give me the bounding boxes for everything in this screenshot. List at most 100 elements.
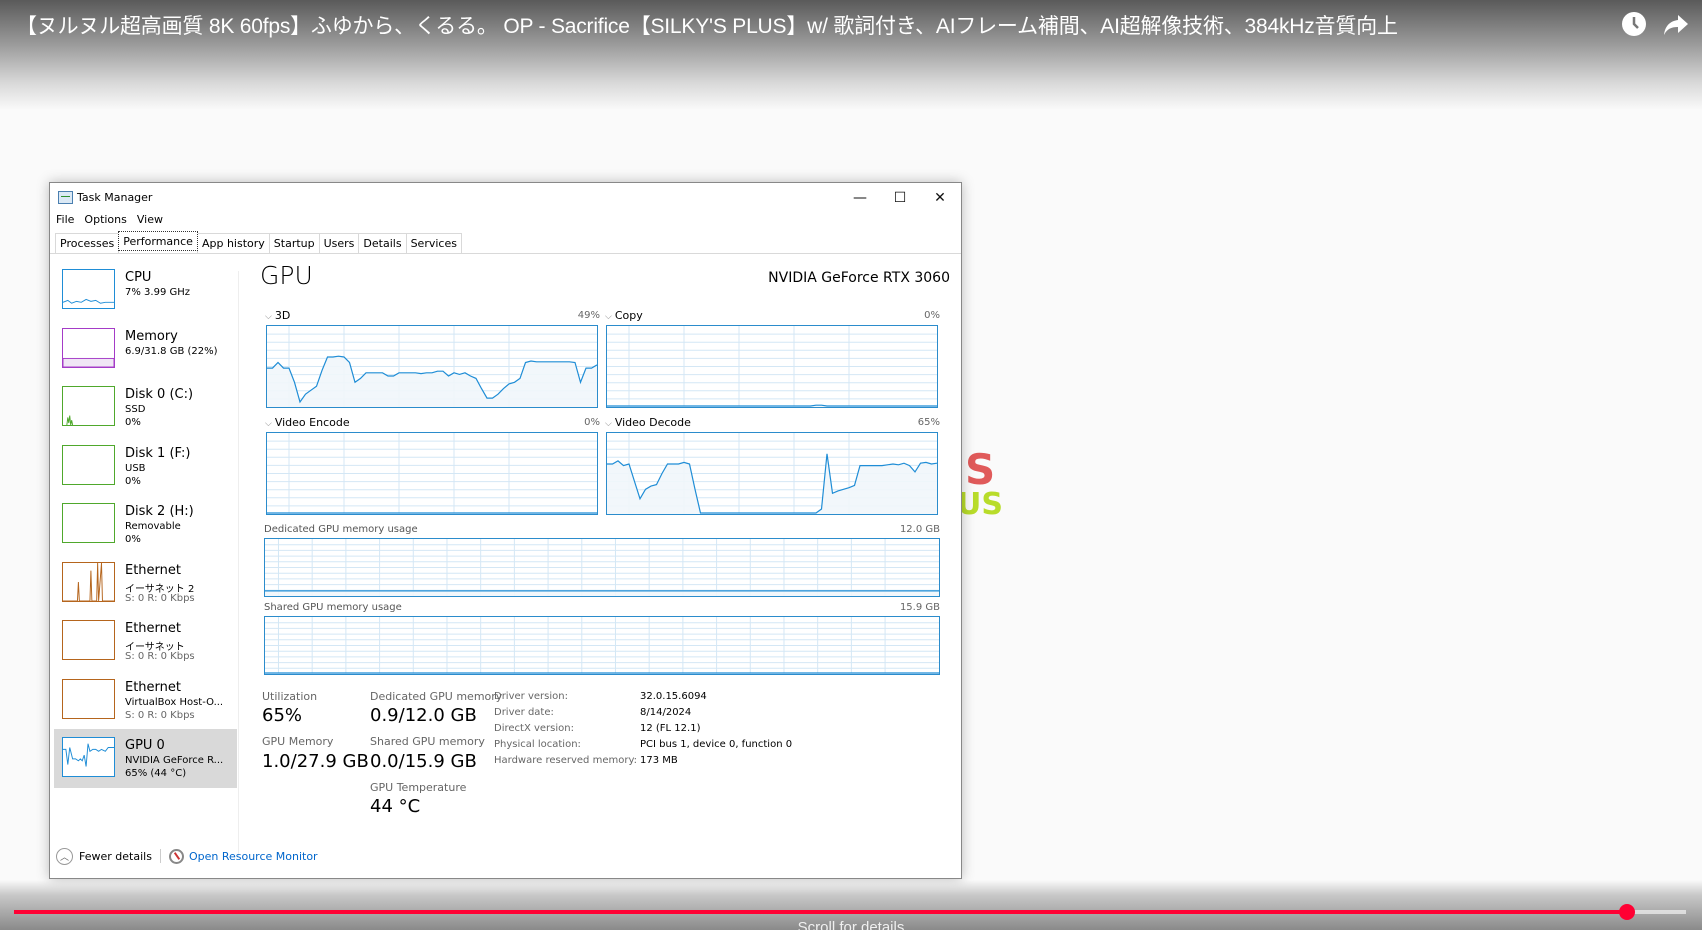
dedicated-usage-graph <box>264 538 940 597</box>
sidebar-item-ethernet[interactable]: Ethernet イーサネット S: 0 R: 0 Kbps <box>54 612 237 671</box>
mini-graph-thumbnail <box>62 327 115 368</box>
sidebar-item-name: Disk 0 (C:) <box>125 387 194 402</box>
menu-file[interactable]: File <box>56 213 74 233</box>
dedicated-usage-label: Dedicated GPU memory usage <box>264 524 418 535</box>
progress-played <box>14 910 1628 914</box>
sidebar-item-name: Ethernet <box>125 562 181 578</box>
chevron-down-icon: ⌵ <box>265 312 272 322</box>
tab-startup[interactable]: Startup <box>268 233 320 253</box>
menu-bar: File Options View <box>56 213 173 233</box>
sidebar-item-status: 65% (44 °C) <box>125 768 187 779</box>
sidebar-item-name: Disk 1 (F:) <box>125 445 191 461</box>
chevron-down-icon: ⌵ <box>605 419 612 429</box>
hardware-reserved-memory-value: 173 MB <box>640 755 678 766</box>
engine-max-video-decode: 65% <box>917 417 940 428</box>
mini-graph-thumbnail <box>62 386 115 426</box>
tab-services[interactable]: Services <box>405 233 462 253</box>
physical-location-value: PCI bus 1, device 0, function 0 <box>640 739 793 750</box>
sidebar-item-disk-0-c[interactable]: Disk 0 (C:) SSD 0% <box>54 378 237 437</box>
sidebar-item-name: GPU 0 <box>125 738 165 753</box>
shared-usage-graph <box>264 616 940 675</box>
footer: ︿ Fewer details Open Resource Monitor <box>56 846 318 866</box>
sidebar-item-ethernet[interactable]: Ethernet イーサネット 2 S: 0 R: 0 Kbps <box>54 554 237 613</box>
menu-view[interactable]: View <box>137 213 163 233</box>
mini-graph-line <box>66 415 74 425</box>
sidebar-item-name: Ethernet <box>125 621 181 636</box>
tab-app-history[interactable]: App history <box>196 233 270 253</box>
info-key: Driver version: <box>494 691 568 702</box>
gpu-model-name: NVIDIA GeForce RTX 3060 <box>768 270 950 286</box>
mini-graph-thumbnail <box>62 444 115 485</box>
sidebar-item-memory[interactable]: Memory 6.9/31.8 GB (22%) <box>54 320 237 379</box>
open-resource-monitor-link[interactable]: Open Resource Monitor <box>189 850 318 863</box>
utilization-value: 65% <box>262 705 303 726</box>
engine-label-video-encode[interactable]: ⌵ Video Encode <box>265 416 350 429</box>
sidebar-item-detail: USB <box>125 462 146 474</box>
share-arrow-icon[interactable] <box>1662 10 1690 38</box>
usage-area <box>267 356 597 407</box>
sidebar-item-status: S: 0 R: 0 Kbps <box>125 651 195 662</box>
sidebar-item-detail: NVIDIA GeForce R... <box>125 755 224 766</box>
minimize-button[interactable]: — <box>840 183 880 213</box>
clock-icon[interactable] <box>1620 10 1648 38</box>
footer-separator <box>159 849 161 863</box>
shared-usage-max: 15.9 GB <box>899 602 940 613</box>
sidebar-item-name: Disk 2 (H:) <box>125 504 194 519</box>
title-bar[interactable]: Task Manager — ☐ ✕ <box>50 183 961 213</box>
sidebar-item-name: CPU <box>125 270 152 285</box>
memory-usage-fill <box>63 357 114 367</box>
sidebar-item-cpu[interactable]: CPU 7% 3.99 GHz <box>54 261 237 320</box>
progress-bar[interactable] <box>14 904 1686 920</box>
sidebar-item-status: 0% <box>125 417 141 428</box>
menu-options[interactable]: Options <box>84 213 126 233</box>
mini-graph-thumbnail <box>62 503 115 543</box>
engine-label-3d[interactable]: ⌵ 3D <box>265 309 290 322</box>
maximize-button[interactable]: ☐ <box>880 183 920 213</box>
tab-bar: Processes Performance App history Startu… <box>55 231 462 253</box>
chevron-down-icon: ⌵ <box>605 312 612 322</box>
engine-label-copy[interactable]: ⌵ Copy <box>605 309 643 322</box>
sidebar-item-disk-2-h[interactable]: Disk 2 (H:) Removable 0% <box>54 495 237 554</box>
sidebar-item-ethernet[interactable]: Ethernet VirtualBox Host-O... S: 0 R: 0 Kb… <box>54 671 237 730</box>
tab-divider <box>50 253 961 254</box>
sidebar-item-status: 0% <box>125 534 141 545</box>
sidebar-item-detail: 6.9/31.8 GB (22%) <box>125 345 218 357</box>
shared-memory-label: Shared GPU memory <box>370 735 485 748</box>
resource-list: CPU 7% 3.99 GHz Memory 6.9/31.8 GB (22%) Dis… <box>54 261 237 788</box>
video-title[interactable]: 【ヌルヌル超高画質 8K 60fps】ふゆから、くるる。 OP - Sacrif… <box>16 10 1398 40</box>
close-button[interactable]: ✕ <box>920 183 960 213</box>
info-key: Physical location: <box>494 739 581 750</box>
tab-users[interactable]: Users <box>318 233 360 253</box>
tab-processes[interactable]: Processes <box>55 233 120 253</box>
mini-graph-thumbnail <box>62 620 115 660</box>
engine-graph-video-decode <box>606 432 938 515</box>
driver-version-value: 32.0.15.6094 <box>640 691 707 702</box>
engine-max-video-encode: 0% <box>584 417 600 428</box>
gpu-temperature-label: GPU Temperature <box>370 781 467 794</box>
tab-details[interactable]: Details <box>358 233 407 253</box>
tab-performance[interactable]: Performance <box>118 231 198 251</box>
usage-area <box>265 590 939 596</box>
info-key: Hardware reserved memory: <box>494 755 637 766</box>
fewer-details-button[interactable]: Fewer details <box>79 850 152 863</box>
sidebar-item-status: 0% <box>125 475 141 487</box>
sidebar-item-disk-1-f[interactable]: Disk 1 (F:) USB 0% <box>54 437 237 496</box>
sidebar-item-detail: SSD <box>125 404 146 415</box>
dedicated-memory-value: 0.9/12.0 GB <box>370 705 477 726</box>
task-manager-icon <box>58 191 73 204</box>
utilization-label: Utilization <box>262 690 318 703</box>
engine-label-video-decode[interactable]: ⌵ Video Decode <box>605 416 691 429</box>
scroll-for-details-hint[interactable]: Scroll for details <box>0 919 1702 930</box>
mini-graph-thumbnail <box>62 561 115 602</box>
engine-name: 3D <box>274 309 291 322</box>
sidebar-item-status: S: 0 R: 0 Kbps <box>125 592 195 604</box>
info-key: Driver date: <box>494 707 554 718</box>
task-manager-window: Task Manager — ☐ ✕ File Options View Pro… <box>49 182 962 879</box>
sidebar-item-name: Memory <box>125 328 178 344</box>
sidebar-item-gpu-0[interactable]: GPU 0 NVIDIA GeForce R... 65% (44 °C) <box>54 729 237 788</box>
engine-name: Video Encode <box>274 416 350 429</box>
gpu-memory-label: GPU Memory <box>262 735 334 748</box>
engine-max-copy: 0% <box>924 310 940 321</box>
engine-graph-video-encode <box>266 432 598 515</box>
chevron-up-icon[interactable]: ︿ <box>56 847 73 865</box>
